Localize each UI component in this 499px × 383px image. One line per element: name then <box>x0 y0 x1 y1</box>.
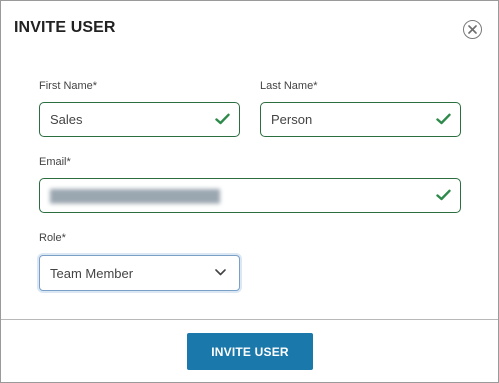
footer-divider <box>1 319 498 320</box>
last-name-field[interactable]: Person <box>260 102 461 137</box>
first-name-value: Sales <box>50 112 83 127</box>
role-select[interactable]: Team Member <box>39 255 240 291</box>
dialog-title: INVITE USER <box>14 19 116 36</box>
close-button[interactable] <box>463 20 482 39</box>
chevron-down-icon <box>215 269 226 276</box>
email-label: Email* <box>39 156 71 168</box>
checkmark-icon <box>436 189 451 201</box>
last-name-label: Last Name* <box>260 80 318 92</box>
first-name-field[interactable]: Sales <box>39 102 240 137</box>
invite-user-button[interactable]: INVITE USER <box>187 333 313 370</box>
role-selected-value: Team Member <box>50 265 134 281</box>
last-name-value: Person <box>271 112 313 127</box>
first-name-label: First Name* <box>39 80 98 92</box>
email-field[interactable]: ████████████████████ <box>39 178 461 213</box>
role-label: Role* <box>39 232 66 244</box>
invite-user-dialog: INVITE USER First Name* Sales Last Name*… <box>0 0 499 383</box>
checkmark-icon <box>436 113 451 125</box>
email-value-redacted: ████████████████████ <box>50 188 221 203</box>
checkmark-icon <box>215 113 230 125</box>
close-icon <box>468 25 477 34</box>
